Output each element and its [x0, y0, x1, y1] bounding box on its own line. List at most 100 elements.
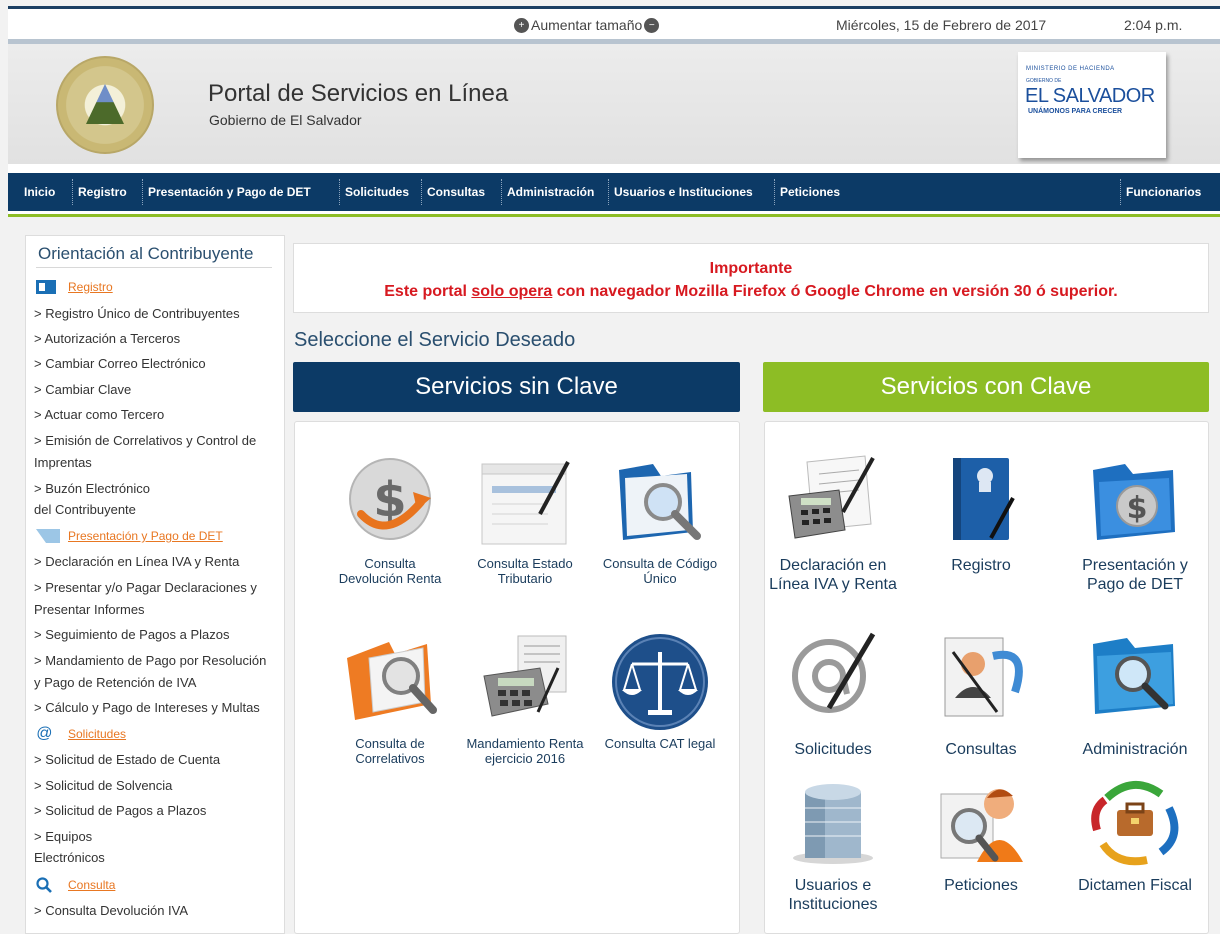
- nav-consultas[interactable]: Consultas: [421, 173, 491, 211]
- sidebar-link[interactable]: > Cambiar Correo Electrónico: [34, 356, 206, 371]
- sidebar-link[interactable]: > Actuar como Tercero: [34, 407, 164, 422]
- sidebar-link[interactable]: > Declaración en Línea IVA y Renta: [34, 554, 239, 569]
- orange-folder-search-icon: [347, 642, 437, 720]
- browser-notice: Importante Este portal solo opera con na…: [293, 243, 1209, 313]
- tile-label-line1: Usuarios e: [794, 877, 872, 894]
- sidebar-link[interactable]: > Buzón Electrónico: [34, 481, 150, 496]
- tile-label-line2: Pago de DET: [1086, 576, 1184, 593]
- tile-label-line1: Consulta de: [355, 736, 425, 751]
- sidebar-link[interactable]: > Presentar y/o Pagar Declaraciones y: [34, 580, 257, 595]
- tile-consulta-devolucion-renta[interactable]: $ Consulta Devolución Renta: [325, 452, 455, 592]
- sidebar-link[interactable]: > Solicitud de Solvencia: [34, 778, 172, 793]
- sidebar-link-cont[interactable]: Electrónicos: [34, 850, 105, 865]
- scales-of-justice-icon: [612, 634, 708, 730]
- tile-administracion[interactable]: Administración: [1061, 628, 1209, 758]
- sidebar-orientacion: Orientación al Contribuyente Registro > …: [25, 235, 285, 934]
- tile-presentacion-pago-det[interactable]: $ Presentación y Pago de DET: [1061, 450, 1209, 600]
- tile-label-line1: Presentación y: [1082, 557, 1188, 574]
- sidebar-link[interactable]: > Seguimiento de Pagos a Plazos: [34, 627, 230, 642]
- tile-peticiones[interactable]: Peticiones: [913, 774, 1049, 904]
- tile-label-line2: Único: [643, 571, 677, 586]
- nav-administracion[interactable]: Administración: [501, 173, 600, 211]
- sidebar-link-cont[interactable]: y Pago de Retención de IVA: [34, 675, 196, 690]
- tile-label-line2: Línea IVA y Renta: [769, 576, 897, 593]
- sidebar-section-presentacion[interactable]: Presentación y Pago de DET: [68, 529, 223, 543]
- panel-sin-clave: $ Consulta Devolución Renta Consulta Est…: [294, 421, 740, 934]
- current-time: 2:04 p.m.: [1124, 17, 1183, 33]
- tile-label-line2: Devolución Renta: [338, 571, 442, 586]
- sidebar-link-cont[interactable]: Imprentas: [34, 455, 92, 470]
- nav-presentacion-pago-det[interactable]: Presentación y Pago de DET: [142, 173, 317, 211]
- nav-inicio[interactable]: Inicio: [18, 173, 61, 211]
- zoom-out-icon[interactable]: −: [644, 17, 660, 33]
- tile-registro[interactable]: Registro: [913, 450, 1049, 600]
- tile-label-line1: Consulta CAT legal: [604, 736, 716, 751]
- select-service-title: Seleccione el Servicio Deseado: [294, 329, 576, 351]
- logo-line-3: EL SALVADOR: [1025, 85, 1155, 107]
- portal-title: Portal de Servicios en Línea: [208, 80, 509, 107]
- main-nav: Inicio Registro Presentación y Pago de D…: [8, 173, 1220, 211]
- sidebar-link[interactable]: > Cálculo y Pago de Intereses y Multas: [34, 700, 260, 715]
- sidebar-section-solicitudes[interactable]: Solicitudes: [68, 727, 126, 741]
- sidebar-link[interactable]: > Consulta Devolución IVA: [34, 903, 188, 918]
- nav-peticiones[interactable]: Peticiones: [774, 173, 846, 211]
- logo-line-4: UNÁMONOS PARA CRECER: [1028, 108, 1123, 115]
- building-icon: [793, 784, 873, 864]
- tile-label-line1: Consultas: [945, 741, 1017, 758]
- tile-dictamen-fiscal[interactable]: Dictamen Fiscal: [1061, 774, 1209, 904]
- sidebar-link[interactable]: > Solicitud de Estado de Cuenta: [34, 752, 220, 767]
- sidebar-link[interactable]: > Registro Único de Contribuyentes: [34, 306, 240, 321]
- tile-consulta-codigo-unico[interactable]: Consulta de Código Único: [595, 452, 725, 592]
- zoom-in-icon[interactable]: +: [514, 17, 529, 33]
- tile-label-line1: Dictamen Fiscal: [1078, 877, 1192, 894]
- servicios-sin-clave-header: Servicios sin Clave: [293, 362, 740, 412]
- sidebar-section-consulta[interactable]: Consulta: [68, 878, 115, 892]
- notice-text-end: con navegador Mozilla Firefox ó Google C…: [552, 283, 1118, 300]
- tile-label-line2: Tributario: [497, 571, 553, 586]
- at-sign-icon: @: [36, 725, 53, 742]
- tile-label-line1: Peticiones: [944, 877, 1018, 894]
- calculator-documents-icon: [483, 635, 567, 717]
- sidebar-link-cont[interactable]: del Contribuyente: [34, 502, 136, 517]
- sidebar-link[interactable]: > Emisión de Correlativos y Control de: [34, 433, 256, 448]
- tile-consulta-cat-legal[interactable]: Consulta CAT legal: [595, 632, 725, 772]
- tile-solicitudes[interactable]: Solicitudes: [765, 628, 901, 758]
- sidebar-link-cont[interactable]: Presentar Informes: [34, 602, 145, 617]
- briefcase-cycle-icon: [1091, 780, 1179, 866]
- tile-label-line1: Registro: [951, 557, 1011, 574]
- sidebar-link[interactable]: > Autorización a Terceros: [34, 331, 180, 346]
- top-bar: + Aumentar tamaño − Miércoles, 15 de Feb…: [8, 9, 1220, 39]
- zoom-label: Aumentar tamaño: [531, 17, 643, 33]
- tile-declaracion-linea[interactable]: Declaración en Línea IVA y Renta: [765, 450, 901, 600]
- sidebar-section-registro[interactable]: Registro: [68, 280, 113, 294]
- tile-consultas[interactable]: Consultas: [913, 628, 1049, 758]
- logo-line-1: MINISTERIO DE HACIENDA: [1026, 66, 1115, 72]
- sidebar-link[interactable]: > Mandamiento de Pago por Resolución: [34, 653, 266, 668]
- ministerio-hacienda-logo[interactable]: MINISTERIO DE HACIENDA GOBIERNO DE EL SA…: [1018, 52, 1166, 158]
- divider: [36, 267, 272, 268]
- sidebar-link[interactable]: > Cambiar Clave: [34, 382, 131, 397]
- tile-label-line1: Consulta Estado: [477, 556, 573, 571]
- notice-text: Este portal solo opera con navegador Moz…: [294, 283, 1208, 301]
- tile-label-line1: Mandamiento Renta: [466, 736, 584, 751]
- sidebar-link[interactable]: > Solicitud de Pagos a Plazos: [34, 803, 206, 818]
- tile-label-line1: Administración: [1082, 741, 1188, 758]
- tile-consulta-correlativos[interactable]: Consulta de Correlativos: [325, 632, 455, 772]
- tile-consulta-estado-tributario[interactable]: Consulta Estado Tributario: [460, 452, 590, 592]
- nav-registro[interactable]: Registro: [72, 173, 133, 211]
- nav-funcionarios[interactable]: Funcionarios: [1120, 173, 1207, 211]
- nav-usuarios-instituciones[interactable]: Usuarios e Instituciones: [608, 173, 759, 211]
- green-accent-stripe: [8, 214, 1220, 217]
- tile-label-line1: Declaración en: [779, 557, 887, 574]
- tile-label-line2: Correlativos: [355, 751, 425, 766]
- blue-folder-money-icon: $: [1093, 464, 1175, 540]
- at-pen-icon: [792, 632, 876, 713]
- sidebar-link[interactable]: > Equipos: [34, 829, 92, 844]
- notice-text-emphasis: solo opera: [471, 283, 553, 300]
- seal-triangle: [86, 84, 124, 124]
- nav-solicitudes[interactable]: Solicitudes: [339, 173, 415, 211]
- tile-mandamiento-renta[interactable]: Mandamiento Renta ejercicio 2016: [460, 632, 590, 772]
- zoom-control[interactable]: + Aumentar tamaño −: [514, 17, 660, 33]
- notice-heading: Importante: [709, 260, 793, 277]
- tile-usuarios-instituciones[interactable]: Usuarios e Instituciones: [765, 774, 901, 924]
